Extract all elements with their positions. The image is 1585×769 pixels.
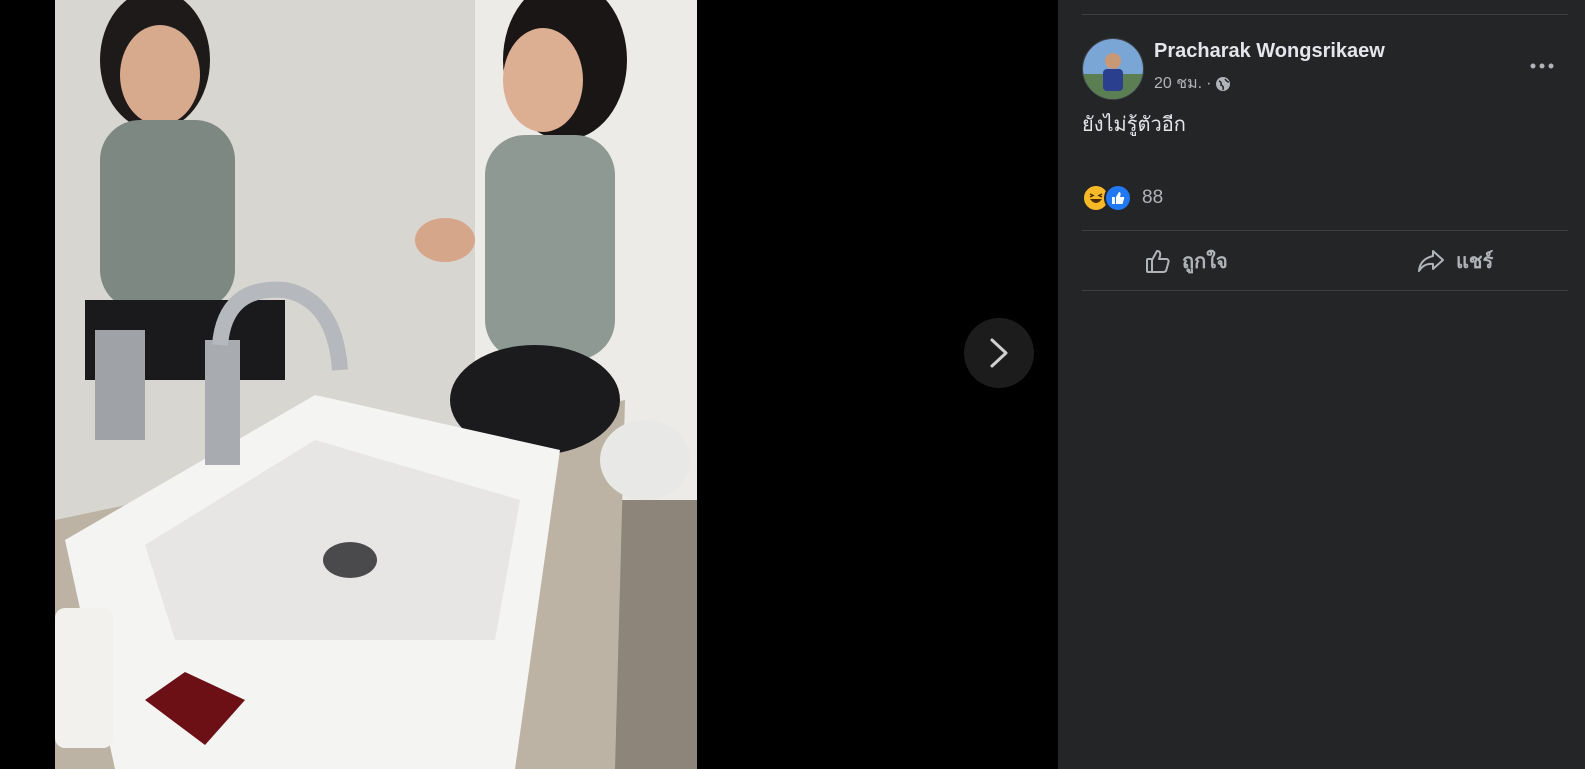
like-label: ถูกใจ (1182, 251, 1228, 273)
divider (1082, 230, 1568, 231)
meta-separator: · (1206, 74, 1212, 92)
avatar[interactable] (1082, 38, 1144, 100)
like-icon (1104, 184, 1132, 212)
like-button[interactable]: ถูกใจ (1144, 240, 1228, 282)
post-caption: ยังไม่รู้ตัวอีก (1082, 114, 1186, 136)
thumbs-up-icon (1146, 250, 1170, 273)
share-button[interactable]: แชร์ (1416, 240, 1493, 282)
divider (1082, 290, 1568, 291)
reaction-count: 88 (1142, 187, 1164, 208)
author-name[interactable]: Pracharak Wongsrikaew (1154, 40, 1385, 63)
post-meta: 20 ชม. · (1154, 71, 1231, 96)
share-arrow-icon (1418, 250, 1444, 272)
next-photo-button[interactable] (964, 318, 1034, 388)
post-photo (55, 0, 697, 769)
more-options-button[interactable] (1524, 48, 1560, 84)
scrollbar[interactable] (1568, 0, 1585, 769)
globe-icon (1216, 76, 1231, 91)
post-side-panel: Pracharak Wongsrikaew 20 ชม. · ยังไม่รู้… (1058, 0, 1585, 769)
chevron-right-icon (990, 338, 1008, 368)
share-label: แชร์ (1456, 251, 1494, 273)
more-dots-icon (1530, 63, 1554, 69)
divider (1082, 14, 1568, 15)
reaction-summary[interactable]: 88 (1082, 184, 1163, 212)
photo-viewer (0, 0, 1070, 769)
post-time[interactable]: 20 ชม. (1154, 71, 1202, 96)
